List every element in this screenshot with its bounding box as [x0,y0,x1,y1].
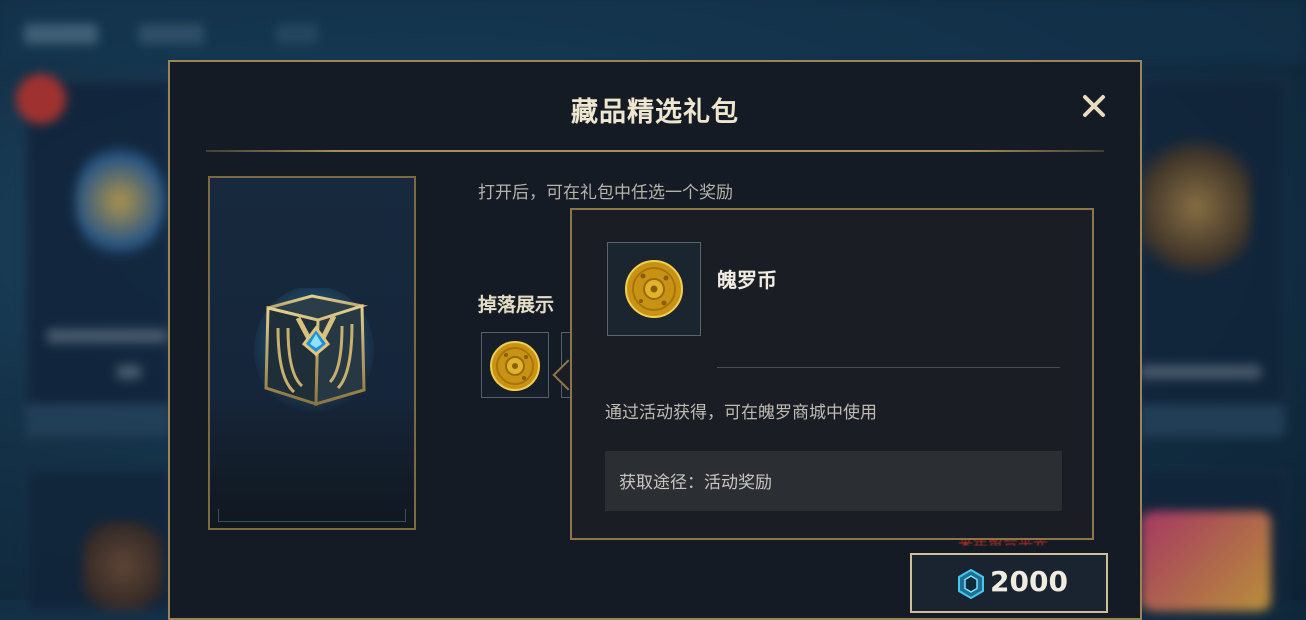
background-card [1140,80,1286,438]
drop-item-poro-coin[interactable] [481,332,549,398]
background-text [1141,365,1261,379]
background-tab [24,24,98,44]
background-text [117,365,141,379]
background-badge [16,74,66,124]
background-price [26,404,170,436]
tooltip-item-description: 通过活动获得，可在魄罗商城中使用 [605,403,877,423]
price-value: 2000 [990,565,1068,598]
background-price [1140,404,1284,436]
tooltip-item-name: 魄罗币 [717,268,777,292]
background-card-art [75,141,165,261]
background-topbar [0,0,1306,62]
gem-currency-icon [958,569,984,599]
tooltip-item-source: 获取途径：活动奖励 [605,451,1062,511]
background-card-art [1141,137,1251,277]
purchase-button[interactable]: 2000 [910,553,1108,613]
title-divider [206,150,1104,152]
background-text [47,329,167,343]
close-icon [1083,95,1105,117]
background-tab [138,24,204,44]
tooltip-divider [717,367,1060,368]
item-tooltip: 魄罗币 通过活动获得，可在魄罗商城中使用 获取途径：活动奖励 [570,208,1094,540]
dialog-title: 藏品精选礼包 [571,97,739,128]
tooltip-item-icon-frame [607,242,701,336]
background-card [26,470,172,612]
poro-coin-icon [625,260,683,318]
background-card [26,80,172,438]
bundle-subtitle: 打开后，可在礼包中任选一个奖励 [478,183,733,203]
background-card [1140,470,1286,612]
background-card-art [1141,511,1271,611]
bundle-preview [208,176,416,530]
drop-display-heading: 掉落展示 [478,294,555,316]
close-button[interactable] [1078,90,1110,122]
background-tab [276,24,318,44]
background-card-art [83,521,163,611]
poro-coin-icon [490,341,540,391]
chest-icon [254,288,374,414]
preview-frame-trim [218,509,406,522]
